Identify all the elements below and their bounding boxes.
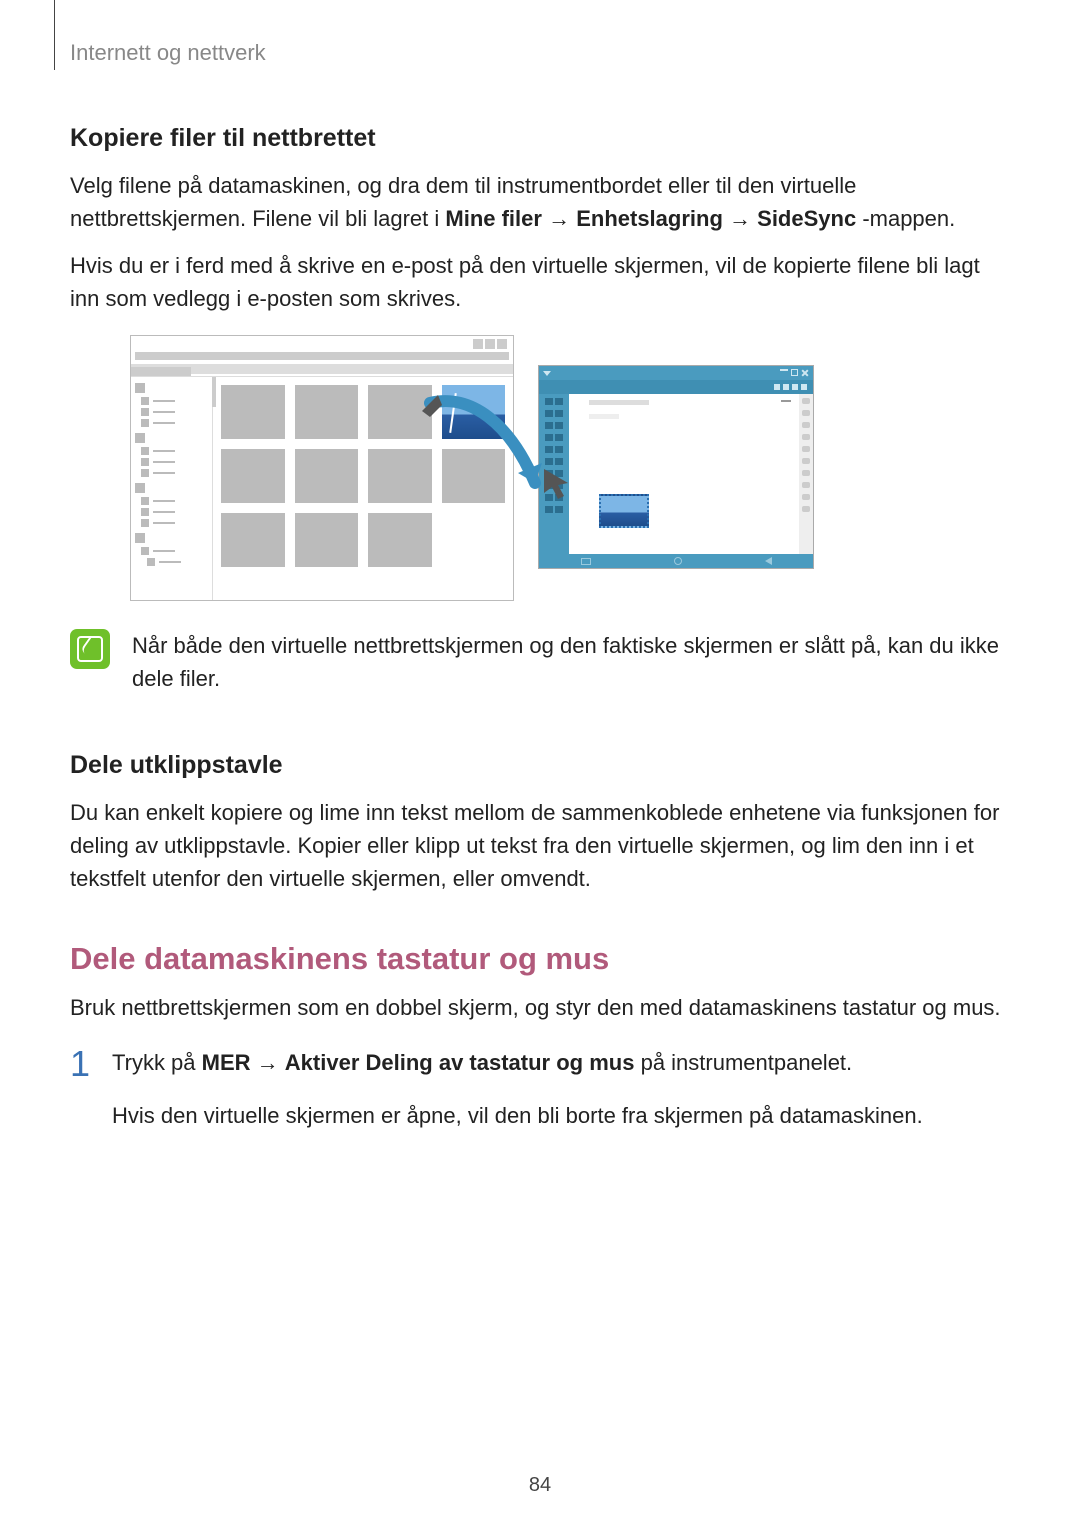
placeholder-line [589,400,649,405]
paragraph-clipboard: Du kan enkelt kopiere og lime inn tekst … [70,796,1010,895]
step-body: Trykk på MER → Aktiver Deling av tastatu… [112,1046,923,1132]
tab-strip [131,364,513,374]
thumbnail-grid [213,377,513,600]
note-icon [70,629,110,669]
arrow: → [729,206,757,231]
note-text: Når både den virtuelle nettbrettskjermen… [132,629,1010,695]
breadcrumb: Internett og nettverk [70,40,1010,66]
minimize-icon [780,369,788,371]
folder-tree [131,377,213,600]
tablet-sidebar [539,394,569,554]
file-thumb [368,449,432,503]
heading-keyboard-mouse: Dele datamaskinens tastatur og mus [70,941,1010,977]
file-thumb [295,513,359,567]
text: på instrumentpanelet. [641,1050,853,1075]
page-edge-rule [54,0,55,70]
tablet-body [539,394,813,554]
header-icon [792,384,798,390]
step-subtext: Hvis den virtuelle skjermen er åpne, vil… [112,1099,923,1132]
file-thumb [442,449,506,503]
paragraph-kbm: Bruk nettbrettskjermen som en dobbel skj… [70,991,1010,1024]
file-thumb [221,385,285,439]
bold-aktiver: Aktiver Deling av tastatur og mus [285,1050,635,1075]
tablet-content [569,394,799,554]
collapse-icon [781,400,791,402]
drop-target-photo [599,494,649,528]
minimize-icon [473,339,483,349]
explorer-body [131,376,513,600]
figure-drag-drop [70,335,1010,601]
step-1: 1 Trykk på MER → Aktiver Deling av tasta… [70,1046,1010,1132]
mock-tablet-screen [538,365,814,569]
bold-mine-filer: Mine filer [445,206,542,231]
close-icon [801,369,809,377]
tablet-nav-bar [539,554,813,568]
paragraph-copy-1: Velg filene på datamaskinen, og dra dem … [70,169,1010,235]
header-icon [801,384,807,390]
bold-enhetslagring: Enhetslagring [576,206,723,231]
titlebar [131,336,513,352]
tablet-window-bar [539,366,813,380]
tablet-app-header [539,380,813,394]
text: Trykk på [112,1050,202,1075]
note-callout: Når både den virtuelle nettbrettskjermen… [70,629,1010,695]
scrollbar [212,377,216,407]
header-icon [774,384,780,390]
file-thumb [368,513,432,567]
page-number: 84 [0,1474,1080,1497]
arrow: → [548,206,576,231]
file-thumb [221,449,285,503]
tablet-right-rail [799,394,813,554]
maximize-icon [485,339,495,349]
bold-sidesync: SideSync [757,206,856,231]
text: -mappen. [862,206,955,231]
bold-mer: MER [202,1050,251,1075]
step-number: 1 [70,1046,96,1082]
header-icon [783,384,789,390]
chevron-down-icon [543,371,551,376]
mock-file-explorer [130,335,514,601]
maximize-icon [791,369,798,376]
recent-icon [581,558,591,565]
file-thumb [295,385,359,439]
arrow: → [257,1050,285,1075]
heading-copy-files: Kopiere filer til nettbrettet [70,124,1010,153]
back-icon [765,557,772,565]
toolbar [135,352,509,360]
close-icon [497,339,507,349]
page-content: Internett og nettverk Kopiere filer til … [70,40,1010,1132]
home-icon [674,557,682,565]
file-thumb-photo [442,385,506,439]
file-thumb [295,449,359,503]
file-thumb [368,385,432,439]
placeholder-line [589,414,619,419]
file-thumb [221,513,285,567]
paragraph-copy-2: Hvis du er i ferd med å skrive en e-post… [70,249,1010,315]
heading-clipboard: Dele utklippstavle [70,751,1010,780]
